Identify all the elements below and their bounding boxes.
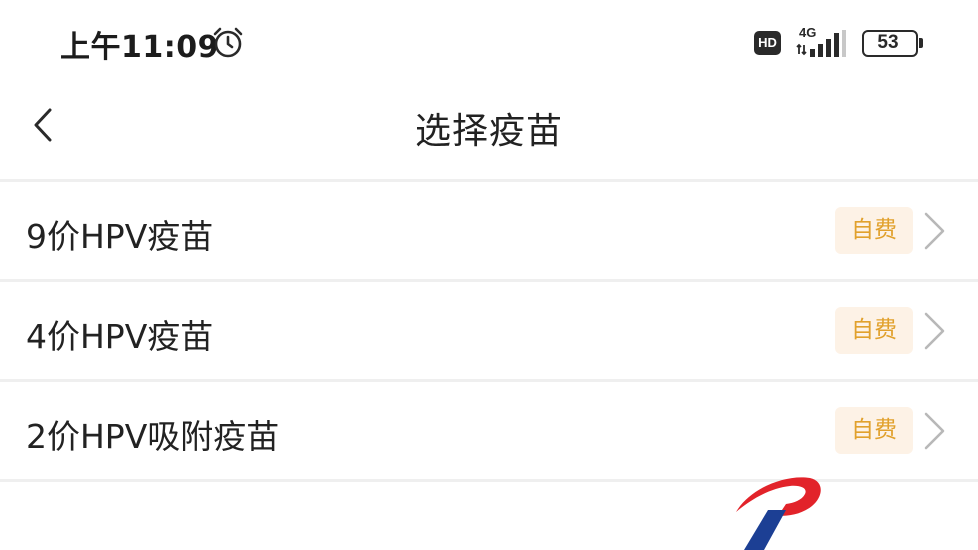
self-pay-badge: 自费 bbox=[835, 207, 913, 254]
vaccine-name: 9价HPV疫苗 bbox=[26, 217, 214, 256]
vaccine-item-4-valent-hpv[interactable]: 4价HPV疫苗 自费 bbox=[0, 282, 978, 382]
signal-icon bbox=[796, 30, 846, 57]
page-title: 选择疫苗 bbox=[414, 111, 563, 152]
self-pay-badge: 自费 bbox=[835, 407, 913, 454]
hd-icon: HD bbox=[754, 31, 781, 55]
chevron-right-icon bbox=[924, 312, 945, 350]
screen: 上午11:09 HD 4G 53 选择疫苗 9价HPV疫苗 自费 4价HPV疫苗… bbox=[0, 0, 978, 550]
brand-logo-icon bbox=[736, 477, 821, 550]
status-time: 上午11:09 bbox=[60, 30, 219, 65]
battery-level: 53 bbox=[877, 32, 899, 53]
vaccine-item-9-valent-hpv[interactable]: 9价HPV疫苗 自费 bbox=[0, 182, 978, 282]
vaccine-name: 4价HPV疫苗 bbox=[26, 317, 214, 356]
vaccine-item-2-valent-hpv-adsorbed[interactable]: 2价HPV吸附疫苗 自费 bbox=[0, 382, 978, 482]
alarm-clock-icon bbox=[213, 27, 243, 58]
self-pay-badge: 自费 bbox=[835, 307, 913, 354]
vaccine-list: 9价HPV疫苗 自费 4价HPV疫苗 自费 2价HPV吸附疫苗 自费 bbox=[0, 182, 978, 482]
vaccine-name: 2价HPV吸附疫苗 bbox=[26, 417, 280, 456]
status-bar: 上午11:09 HD 4G 53 bbox=[0, 0, 978, 84]
chevron-right-icon bbox=[924, 212, 945, 250]
battery-tip bbox=[919, 38, 923, 48]
chevron-right-icon bbox=[924, 412, 945, 450]
nav-bar: 选择疫苗 bbox=[0, 84, 978, 180]
battery-icon: 53 bbox=[862, 30, 923, 57]
